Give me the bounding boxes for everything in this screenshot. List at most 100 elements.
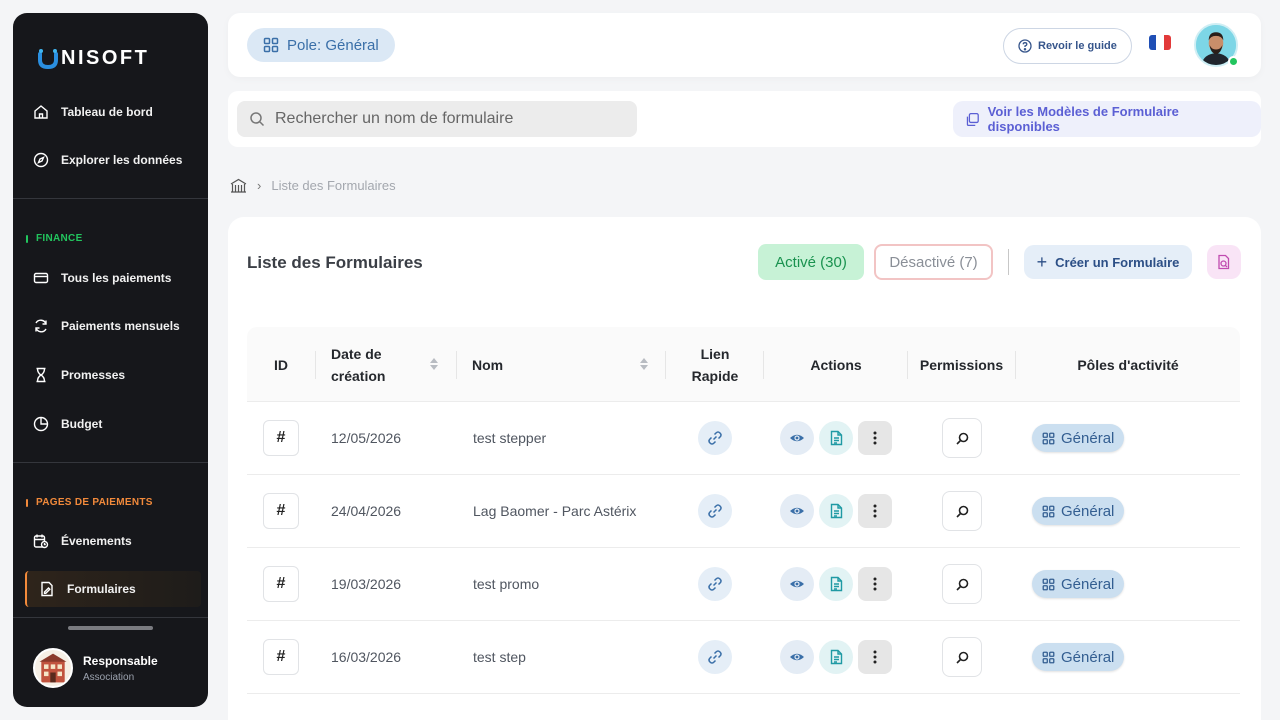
home-icon bbox=[34, 105, 48, 119]
sidebar-item-promesses[interactable]: Promesses bbox=[31, 357, 201, 393]
section-finance: FINANCE bbox=[26, 233, 83, 244]
row-date: 12/05/2026 bbox=[331, 430, 402, 446]
section-label: FINANCE bbox=[36, 233, 83, 244]
row-id-button[interactable]: # bbox=[263, 493, 299, 529]
quick-link-button[interactable] bbox=[698, 640, 732, 674]
sidebar-item-tableau-de-bord[interactable]: Tableau de bord bbox=[31, 94, 201, 130]
sidebar-item-evenements[interactable]: Évenements bbox=[31, 523, 201, 559]
search-bar: Voir les Modèles de Formulaire disponibl… bbox=[228, 91, 1261, 147]
sidebar-item-budget[interactable]: Budget bbox=[31, 406, 201, 442]
pole-tag: Général bbox=[1032, 643, 1125, 671]
responses-button[interactable] bbox=[819, 640, 853, 674]
sidebar-item-explorer[interactable]: Explorer les données bbox=[31, 142, 201, 178]
more-options-button[interactable] bbox=[858, 421, 892, 455]
pole-tag-label: Général bbox=[1061, 429, 1115, 447]
export-button[interactable] bbox=[1207, 245, 1241, 279]
eye-icon bbox=[790, 434, 804, 442]
home-building-icon[interactable] bbox=[230, 178, 247, 193]
plus-icon: + bbox=[1036, 251, 1048, 272]
pole-selector[interactable]: Pole: Général bbox=[247, 28, 395, 62]
row-id-button[interactable]: # bbox=[263, 566, 299, 602]
create-form-button[interactable]: + Créer un Formulaire bbox=[1024, 245, 1192, 279]
sidebar-divider bbox=[13, 617, 208, 618]
eye-icon bbox=[790, 580, 804, 588]
card-title: Liste des Formulaires bbox=[247, 253, 423, 272]
sidebar-item-paiements[interactable]: Tous les paiements bbox=[31, 260, 201, 296]
permissions-button[interactable] bbox=[942, 637, 982, 677]
table-header: ID Date de création Nom Lien Rapide Acti… bbox=[247, 327, 1240, 402]
filter-inactive-button[interactable]: Désactivé (7) bbox=[874, 244, 993, 280]
sort-date-icon[interactable] bbox=[430, 358, 438, 370]
column-actions: Actions bbox=[810, 356, 862, 373]
quick-link-button[interactable] bbox=[698, 567, 732, 601]
guide-button[interactable]: Revoir le guide bbox=[1003, 28, 1132, 64]
section-pages-paiements: PAGES DE PAIEMENTS bbox=[26, 497, 153, 508]
section-bar bbox=[26, 498, 28, 507]
profile-name: Responsable bbox=[83, 653, 158, 668]
row-id-button[interactable]: # bbox=[263, 420, 299, 456]
row-date: 24/04/2026 bbox=[331, 503, 402, 519]
row-date: 19/03/2026 bbox=[331, 576, 402, 592]
column-date[interactable]: Date de création bbox=[331, 327, 385, 402]
responses-button[interactable] bbox=[819, 567, 853, 601]
view-button[interactable] bbox=[780, 421, 814, 455]
grid-icon bbox=[1042, 578, 1055, 590]
column-quick-link: Lien Rapide bbox=[666, 327, 764, 402]
view-button[interactable] bbox=[780, 567, 814, 601]
sidebar-item-paiements-mensuels[interactable]: Paiements mensuels bbox=[31, 308, 201, 344]
filter-active-button[interactable]: Activé (30) bbox=[758, 244, 864, 280]
quick-link-button[interactable] bbox=[698, 494, 732, 528]
view-models-button[interactable]: Voir les Modèles de Formulaire disponibl… bbox=[953, 101, 1261, 137]
view-button[interactable] bbox=[780, 494, 814, 528]
permissions-button[interactable] bbox=[942, 564, 982, 604]
search-input[interactable] bbox=[275, 110, 615, 128]
pole-tag-label: Général bbox=[1061, 648, 1115, 666]
search-icon bbox=[250, 112, 265, 127]
pole-tag: Général bbox=[1032, 570, 1125, 598]
document-icon bbox=[830, 649, 842, 665]
sidebar-item-label: Explorer les données bbox=[61, 153, 183, 167]
column-link-line2: Rapide bbox=[691, 367, 739, 384]
kebab-menu-icon bbox=[873, 504, 877, 518]
sidebar-divider bbox=[13, 462, 208, 463]
column-separator bbox=[315, 351, 316, 379]
table-row: # 24/04/2026 Lag Baomer - Parc Astérix G… bbox=[247, 475, 1240, 548]
language-flag-icon[interactable] bbox=[1149, 35, 1171, 50]
logo-text: NISOFT bbox=[61, 47, 150, 69]
sidebar: NISOFT Tableau de bord Explorer les donn… bbox=[13, 13, 208, 707]
hash-icon: # bbox=[276, 575, 286, 592]
document-icon bbox=[830, 576, 842, 592]
help-icon bbox=[1018, 39, 1032, 53]
more-options-button[interactable] bbox=[858, 567, 892, 601]
search-permission-icon bbox=[955, 651, 968, 664]
kebab-menu-icon bbox=[873, 577, 877, 591]
column-name[interactable]: Nom bbox=[472, 327, 503, 402]
column-separator bbox=[456, 351, 457, 379]
view-button[interactable] bbox=[780, 640, 814, 674]
breadcrumb-current: Liste des Formulaires bbox=[271, 178, 396, 193]
responses-button[interactable] bbox=[819, 421, 853, 455]
search-permission-icon bbox=[955, 505, 968, 518]
sidebar-item-label: Budget bbox=[61, 417, 103, 431]
quick-link-button[interactable] bbox=[698, 421, 732, 455]
kebab-menu-icon bbox=[873, 650, 877, 664]
sort-name-icon[interactable] bbox=[640, 358, 648, 370]
table-body: # 12/05/2026 test stepper Général # 24/0… bbox=[247, 402, 1240, 694]
row-id-button[interactable]: # bbox=[263, 639, 299, 675]
search-field[interactable] bbox=[237, 101, 637, 137]
permissions-button[interactable] bbox=[942, 418, 982, 458]
pole-tag: Général bbox=[1032, 497, 1125, 525]
link-icon bbox=[708, 431, 722, 445]
more-options-button[interactable] bbox=[858, 640, 892, 674]
column-permissions: Permissions bbox=[919, 356, 1004, 373]
profile-card[interactable]: Responsable Association bbox=[33, 648, 158, 688]
column-date-line1: Date de bbox=[331, 345, 382, 362]
pie-chart-icon bbox=[33, 416, 49, 432]
sidebar-scrollbar[interactable] bbox=[68, 626, 153, 630]
logo[interactable]: NISOFT bbox=[37, 47, 149, 70]
sidebar-item-formulaires[interactable]: Formulaires bbox=[25, 571, 201, 607]
responses-button[interactable] bbox=[819, 494, 853, 528]
more-options-button[interactable] bbox=[858, 494, 892, 528]
permissions-button[interactable] bbox=[942, 491, 982, 531]
compass-icon bbox=[33, 152, 49, 168]
